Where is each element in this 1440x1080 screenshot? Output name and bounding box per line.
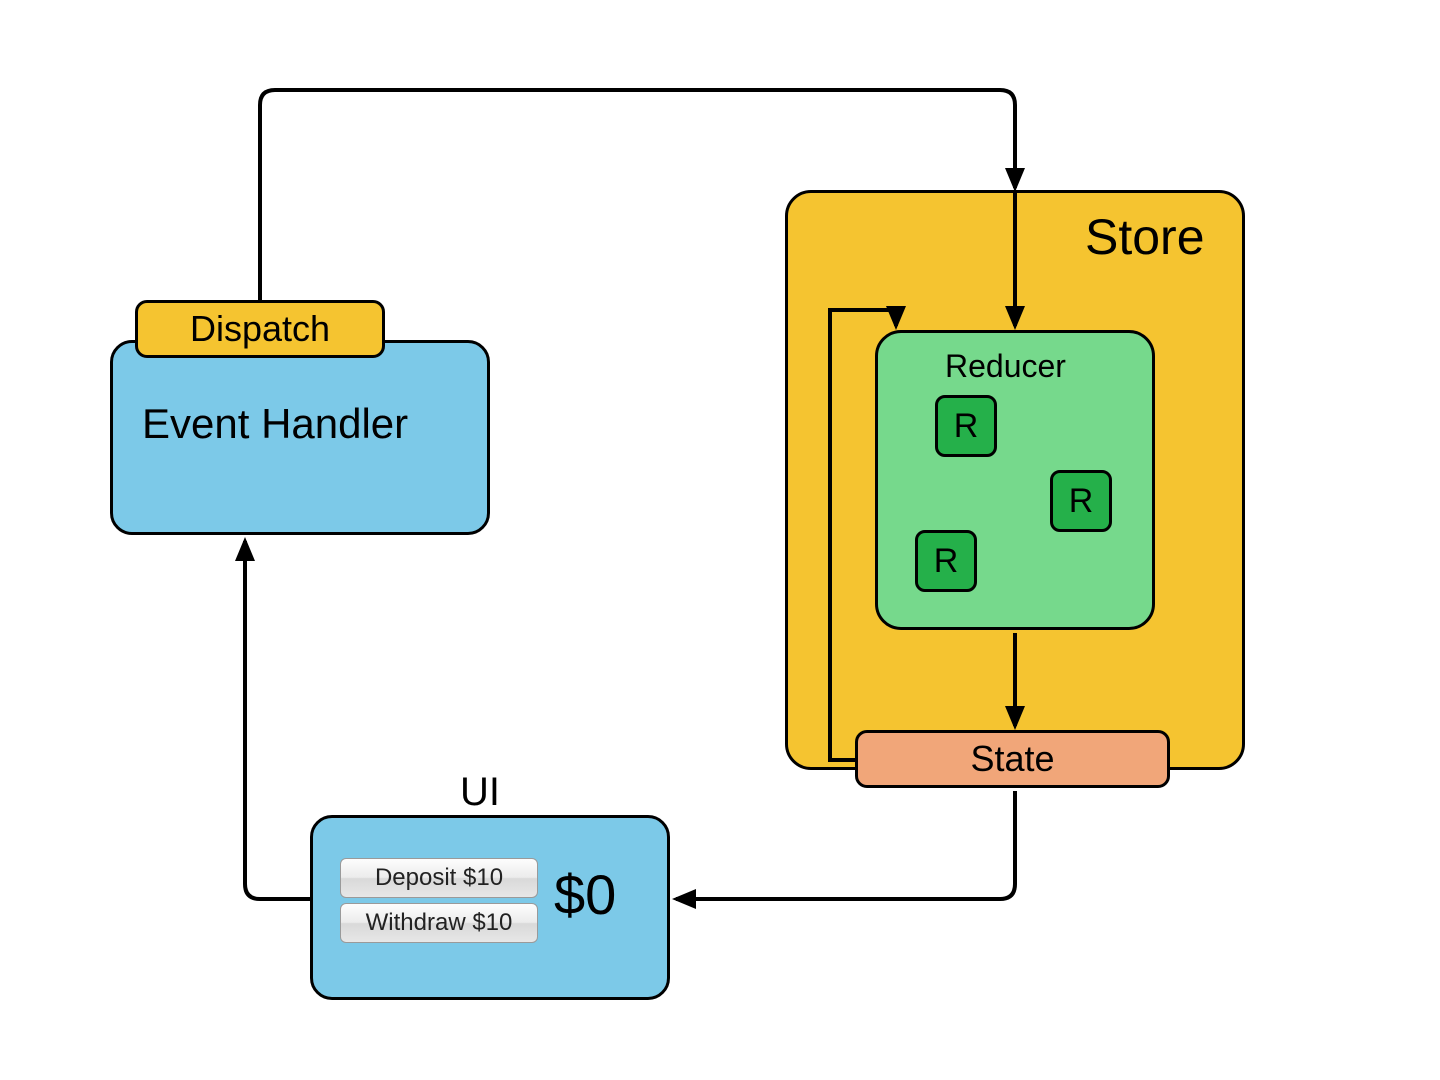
reducer-label: Reducer — [945, 348, 1066, 385]
deposit-button[interactable]: Deposit $10 — [340, 858, 538, 898]
arrow-state-to-ui — [676, 791, 1015, 899]
balance-value: $0 — [554, 862, 616, 927]
event-handler-label: Event Handler — [142, 400, 408, 448]
reducer-item-2: R — [1050, 470, 1112, 532]
state-box: State — [855, 730, 1170, 788]
diagram-canvas: Store Reducer R R R State Event Handler … — [0, 0, 1440, 1080]
reducer-item-1: R — [935, 395, 997, 457]
dispatch-box: Dispatch — [135, 300, 385, 358]
store-label: Store — [1085, 208, 1205, 266]
reducer-item-3: R — [915, 530, 977, 592]
ui-label: UI — [460, 770, 500, 815]
arrow-ui-to-event-handler — [245, 541, 310, 899]
withdraw-button[interactable]: Withdraw $10 — [340, 903, 538, 943]
